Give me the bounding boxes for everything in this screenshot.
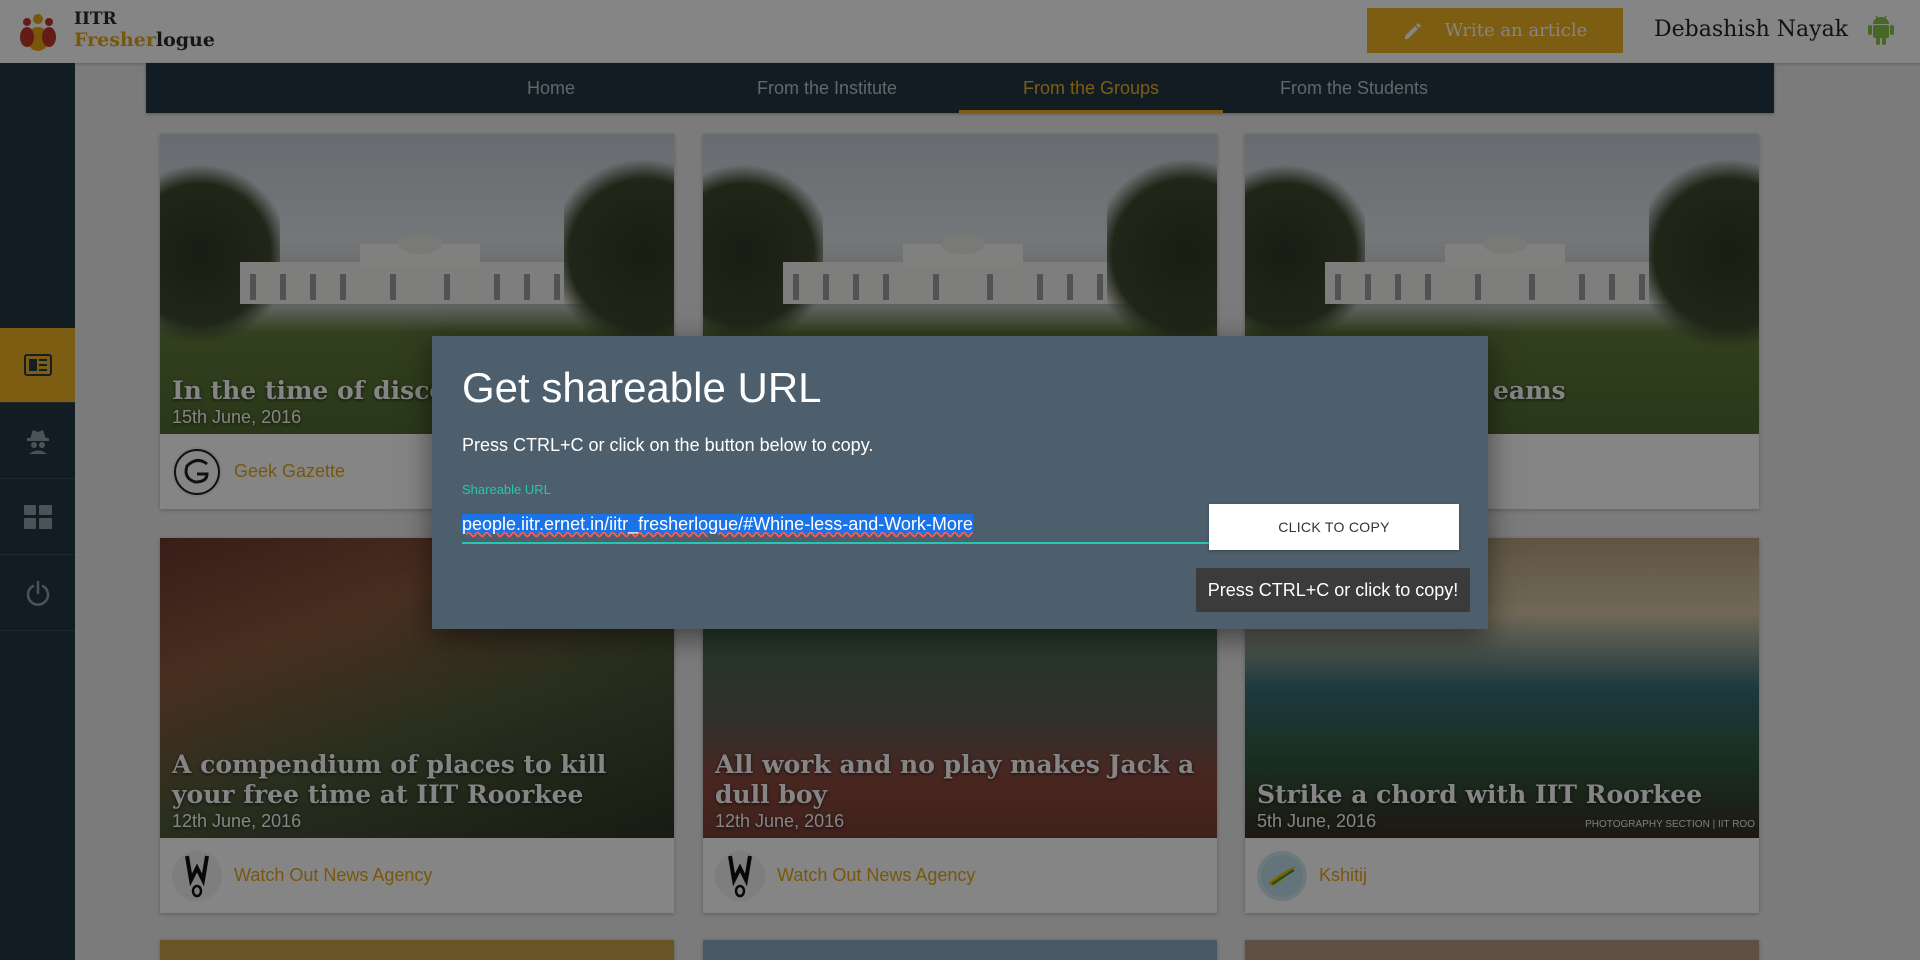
dialog-title: Get shareable URL xyxy=(462,364,822,411)
copy-tooltip: Press CTRL+C or click to copy! xyxy=(1196,568,1470,612)
dialog-instruction: Press CTRL+C or click on the button belo… xyxy=(462,435,874,455)
url-field-label: Shareable URL xyxy=(462,482,551,497)
click-to-copy-button[interactable]: CLICK TO COPY xyxy=(1209,504,1459,550)
shareable-url-field[interactable]: people.iitr.ernet.in/iitr_fresherlogue/#… xyxy=(462,504,1226,544)
url-value: people.iitr.ernet.in/iitr_fresherlogue/#… xyxy=(462,514,973,534)
